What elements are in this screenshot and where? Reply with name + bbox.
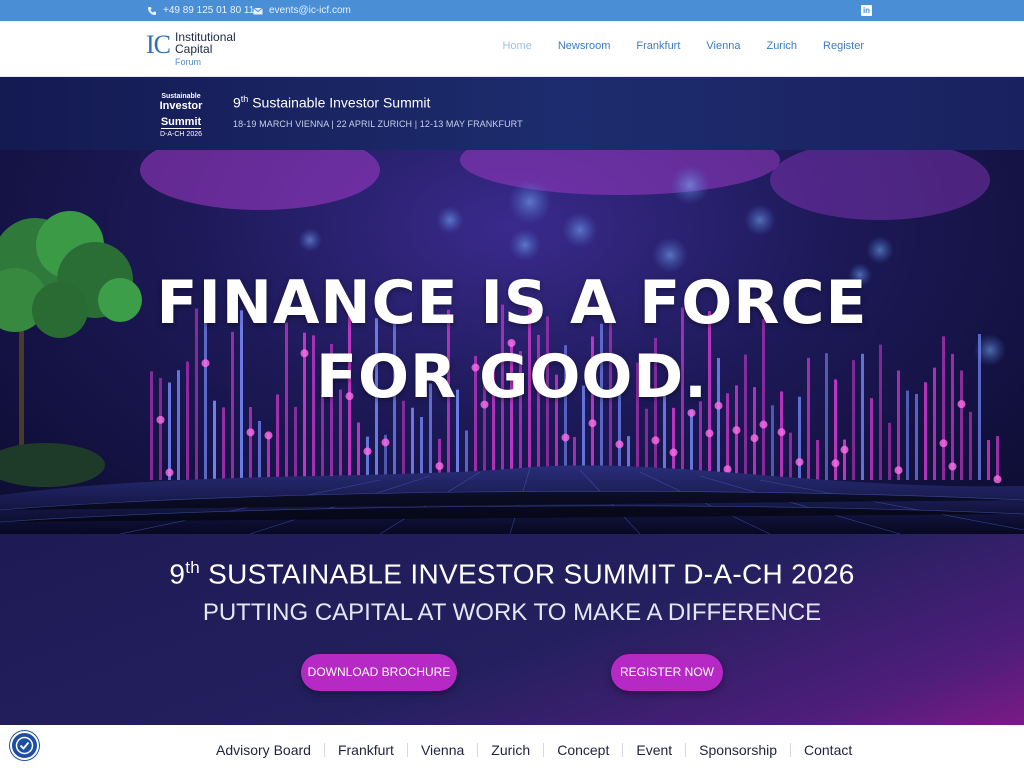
glow-dot: [705, 429, 714, 438]
logo-line-3: Forum: [175, 57, 202, 67]
logo-line-2: Capital: [175, 42, 213, 56]
badge-line-3: Summit: [160, 116, 202, 129]
equalizer-bar: [888, 422, 891, 480]
accessibility-icon: [15, 736, 34, 755]
hero-headline: FINANCE IS A FORCE FOR GOOD.: [0, 266, 1024, 414]
glow-dot: [381, 438, 390, 447]
divider: [685, 743, 687, 757]
subnav-zurich[interactable]: Zurich: [491, 742, 530, 758]
phone-contact[interactable]: +49 89 125 01 80 11: [147, 3, 254, 18]
hero-image: FINANCE IS A FORCE FOR GOOD.: [0, 150, 1024, 534]
nav-home[interactable]: Home: [502, 40, 531, 52]
equalizer-bar: [996, 435, 999, 480]
nav-newsroom[interactable]: Newsroom: [558, 40, 611, 52]
badge-line-4: D-A-CH 2026: [159, 131, 202, 138]
equalizer-bar: [366, 436, 369, 480]
subnav-event[interactable]: Event: [636, 742, 672, 758]
equalizer-bar: [249, 406, 252, 480]
top-contact-bar: +49 89 125 01 80 11 events@ic-icf.com in: [0, 0, 1024, 21]
glow-dot: [435, 462, 444, 471]
download-brochure-button[interactable]: DOWNLOAD BROCHURE: [301, 654, 457, 691]
summit-intro-section: 9th SUSTAINABLE INVESTOR SUMMIT D-A-CH 2…: [0, 534, 1024, 725]
subnav-advisory-board[interactable]: Advisory Board: [216, 742, 311, 758]
glow-dot: [939, 439, 948, 448]
equalizer-bar: [267, 433, 270, 480]
logo-mark: IC: [146, 30, 171, 59]
email-address: events@ic-icf.com: [269, 5, 351, 16]
subnav-contact[interactable]: Contact: [804, 742, 852, 758]
equalizer-bar: [411, 407, 414, 480]
equalizer-bar: [816, 439, 819, 480]
glow-dot: [561, 433, 570, 442]
subnav-concept[interactable]: Concept: [557, 742, 609, 758]
divider: [477, 743, 479, 757]
divider: [790, 743, 791, 757]
glow-dot: [948, 462, 957, 471]
glow-dot: [264, 431, 273, 440]
summit-badge[interactable]: Sustainable Investor Summit D-A-CH 2026: [158, 92, 204, 140]
glow-dot: [363, 447, 372, 456]
ic-forum-logo[interactable]: IC Institutional Capital Forum: [146, 29, 246, 69]
glow-dot: [669, 448, 678, 457]
divider: [323, 743, 325, 757]
glow-dot: [165, 468, 174, 477]
accessibility-button[interactable]: [10, 731, 39, 760]
event-subnav: Advisory Board Frankfurt Vienna Zurich C…: [0, 725, 1024, 768]
subnav-sponsorship[interactable]: Sponsorship: [699, 742, 777, 758]
glow-dot: [246, 428, 255, 437]
main-nav: Home Newsroom Frankfurt Vienna Zurich Re…: [502, 40, 864, 52]
nav-zurich[interactable]: Zurich: [766, 40, 797, 52]
summit-dates: 18-19 MARCH VIENNA | 22 APRIL ZURICH | 1…: [233, 119, 523, 129]
glow-dot: [759, 420, 768, 429]
summit-title: 9th Sustainable Investor Summit: [233, 94, 431, 111]
nav-register[interactable]: Register: [823, 40, 864, 52]
equalizer-bar: [969, 411, 972, 480]
equalizer-bar: [258, 420, 261, 480]
glow-dot: [723, 465, 732, 474]
register-now-button[interactable]: REGISTER NOW: [611, 654, 723, 691]
glow-dot: [651, 436, 660, 445]
equalizer-bar: [420, 416, 423, 480]
site-header: IC Institutional Capital Forum Home News…: [0, 21, 1024, 77]
glow-dot: [615, 440, 624, 449]
equalizer-bar: [222, 407, 225, 480]
summit-heading: 9th SUSTAINABLE INVESTOR SUMMIT D-A-CH 2…: [169, 558, 855, 590]
glow-dot: [156, 415, 165, 424]
phone-icon: [148, 6, 156, 15]
equalizer-bar: [987, 439, 990, 480]
subnav-links: Advisory Board Frankfurt Vienna Zurich C…: [216, 742, 852, 758]
nav-vienna[interactable]: Vienna: [706, 40, 740, 52]
subnav-vienna[interactable]: Vienna: [421, 742, 464, 758]
glow-dot: [732, 426, 741, 435]
envelope-icon: [253, 7, 263, 14]
subnav-frankfurt[interactable]: Frankfurt: [338, 742, 394, 758]
glow-dot: [840, 445, 849, 454]
badge-line-2: Investor: [159, 100, 203, 112]
summit-banner: Sustainable Investor Summit D-A-CH 2026 …: [0, 77, 1024, 150]
glow-dot: [777, 428, 786, 437]
divider: [406, 743, 408, 757]
headline-line-1: FINANCE IS A FORCE: [156, 268, 868, 338]
equalizer-bar: [789, 432, 792, 480]
email-contact[interactable]: events@ic-icf.com: [253, 3, 351, 18]
glow-dot: [894, 466, 903, 475]
summit-subheading: PUTTING CAPITAL AT WORK TO MAKE A DIFFER…: [202, 599, 822, 626]
nav-frankfurt[interactable]: Frankfurt: [636, 40, 680, 52]
glow-dot: [795, 458, 804, 467]
glow-dot: [993, 475, 1002, 484]
phone-number: +49 89 125 01 80 11: [163, 5, 255, 16]
divider: [622, 743, 624, 757]
headline-line-2: FOR GOOD.: [316, 342, 708, 412]
equalizer-bar: [357, 422, 360, 480]
linkedin-icon[interactable]: in: [861, 5, 872, 16]
glow-dot: [831, 459, 840, 468]
equalizer-bar: [294, 406, 297, 480]
equalizer-bar: [771, 405, 774, 480]
glow-dot: [588, 419, 597, 428]
equalizer-bar: [690, 410, 693, 480]
divider: [543, 743, 545, 757]
glow-dot: [750, 434, 759, 443]
